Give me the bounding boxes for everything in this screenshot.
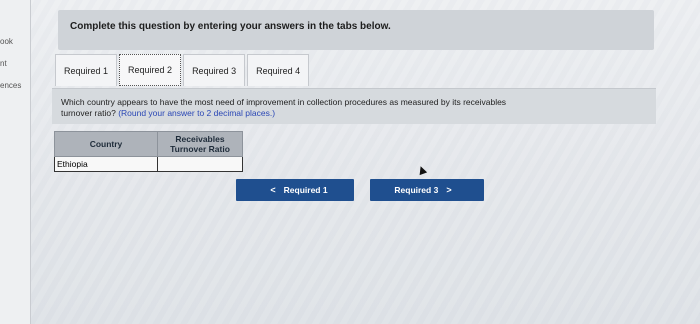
- sidebar-item-2[interactable]: nt: [0, 59, 7, 68]
- next-button-label: Required 3: [394, 185, 439, 195]
- tab-label: Required 2: [128, 65, 173, 75]
- country-cell[interactable]: Ethiopia: [54, 156, 158, 172]
- ratio-input[interactable]: [160, 158, 240, 170]
- header-country: Country: [54, 131, 158, 157]
- header-ratio-line1: Receivables: [175, 134, 225, 144]
- tab-bar: Required 1 Required 2 Required 3 Require…: [55, 54, 311, 88]
- tab-required-4[interactable]: Required 4: [247, 54, 310, 86]
- question-text-line2: turnover ratio? (Round your answer to 2 …: [61, 108, 275, 118]
- next-required-3-button[interactable]: Required 3 >: [370, 179, 484, 201]
- rounding-hint: (Round your answer to 2 decimal places.): [118, 108, 276, 118]
- sidebar-item-3[interactable]: ences: [0, 81, 21, 90]
- tab-required-2[interactable]: Required 2: [119, 54, 182, 86]
- left-sidebar: ook nt ences: [0, 0, 31, 324]
- instruction-text: Complete this question by entering your …: [70, 21, 391, 32]
- sidebar-item-1[interactable]: ook: [0, 37, 13, 46]
- header-ratio-line2: Turnover Ratio: [170, 144, 230, 154]
- tab-label: Required 1: [64, 65, 109, 76]
- chevron-right-icon: >: [446, 185, 452, 195]
- chevron-left-icon: <: [270, 185, 276, 195]
- tab-required-3[interactable]: Required 3: [183, 54, 246, 86]
- tab-label: Required 3: [192, 65, 237, 76]
- question-text-line1: Which country appears to have the most n…: [61, 97, 507, 107]
- ratio-cell[interactable]: [157, 156, 243, 172]
- instruction-bar: Complete this question by entering your …: [58, 10, 654, 50]
- tab-required-1[interactable]: Required 1: [55, 54, 118, 86]
- prev-required-1-button[interactable]: < Required 1: [236, 179, 354, 201]
- prev-button-label: Required 1: [283, 185, 328, 195]
- question-text-line2-main: turnover ratio?: [61, 108, 116, 118]
- header-receivables-turnover-ratio: Receivables Turnover Ratio: [157, 131, 243, 157]
- answer-table: Country Receivables Turnover Ratio Ethio…: [54, 131, 243, 172]
- page: ook nt ences Complete this question by e…: [0, 0, 700, 324]
- question-panel: Which country appears to have the most n…: [52, 88, 656, 124]
- mouse-cursor-icon: [416, 164, 428, 176]
- tab-label: Required 4: [256, 65, 301, 76]
- table-row: Ethiopia: [54, 156, 243, 172]
